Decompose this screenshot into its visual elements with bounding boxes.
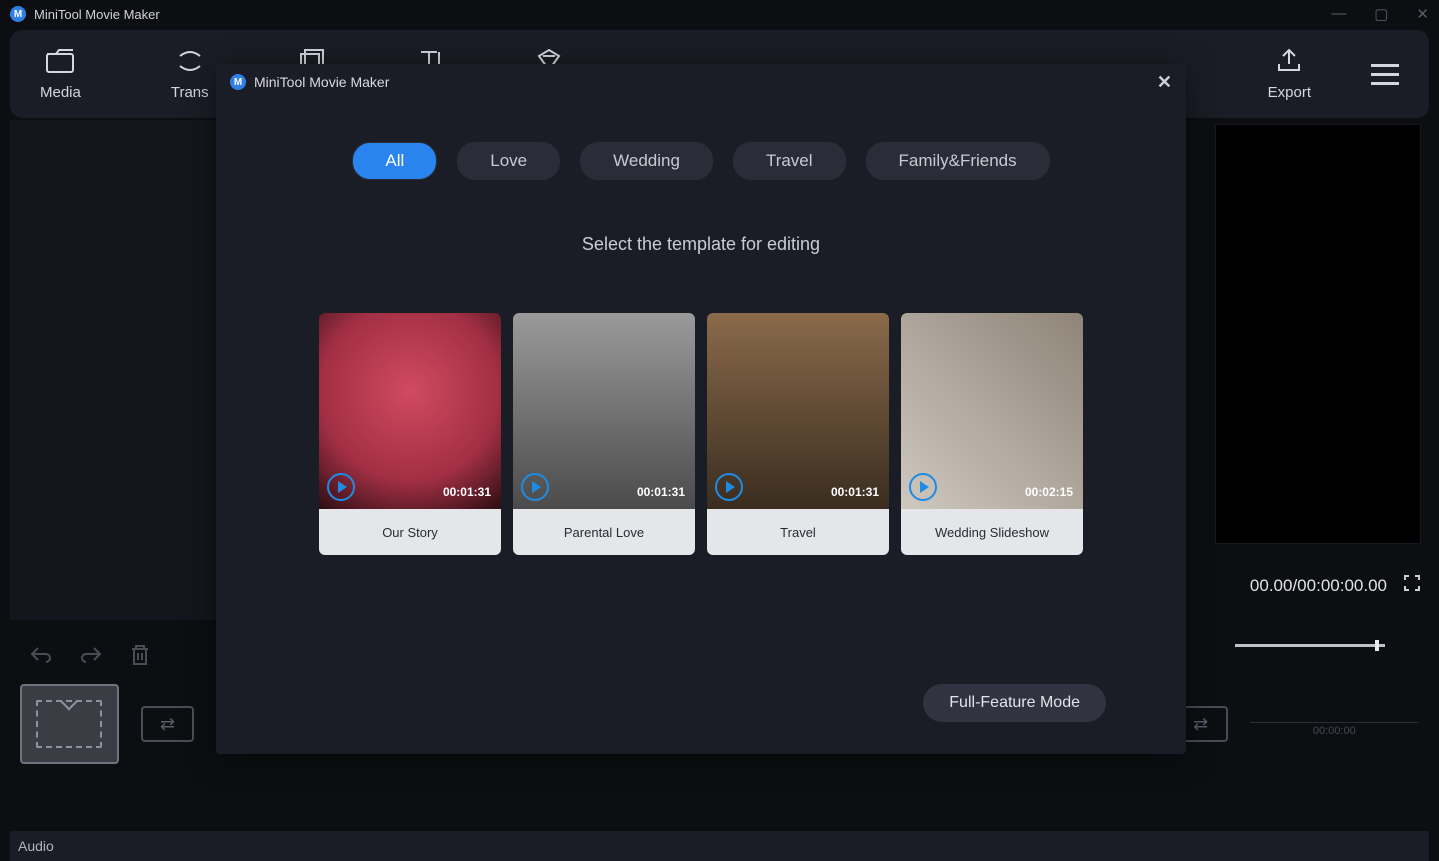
template-duration: 00:01:31 — [443, 485, 491, 499]
dialog-close-button[interactable]: ✕ — [1157, 72, 1172, 93]
category-tabs: All Love Wedding Travel Family&Friends — [216, 142, 1186, 180]
template-card-travel[interactable]: 00:01:31 Travel — [707, 313, 889, 555]
template-thumbnail: 00:02:15 — [901, 313, 1083, 509]
tab-love[interactable]: Love — [457, 142, 560, 180]
tab-family-friends[interactable]: Family&Friends — [866, 142, 1050, 180]
play-icon[interactable] — [715, 473, 743, 501]
template-grid: 00:01:31 Our Story 00:01:31 Parental Lov… — [216, 313, 1186, 555]
template-thumbnail: 00:01:31 — [513, 313, 695, 509]
play-icon[interactable] — [521, 473, 549, 501]
template-card-wedding-slideshow[interactable]: 00:02:15 Wedding Slideshow — [901, 313, 1083, 555]
tab-travel[interactable]: Travel — [733, 142, 846, 180]
template-duration: 00:01:31 — [637, 485, 685, 499]
dialog-titlebar: M MiniTool Movie Maker ✕ — [216, 64, 1186, 100]
full-feature-mode-button[interactable]: Full-Feature Mode — [923, 684, 1106, 722]
play-icon[interactable] — [909, 473, 937, 501]
template-thumbnail: 00:01:31 — [707, 313, 889, 509]
template-name: Wedding Slideshow — [901, 509, 1083, 555]
template-card-parental-love[interactable]: 00:01:31 Parental Love — [513, 313, 695, 555]
template-name: Our Story — [319, 509, 501, 555]
play-icon[interactable] — [327, 473, 355, 501]
dialog-backdrop: M MiniTool Movie Maker ✕ All Love Weddin… — [0, 0, 1439, 861]
template-thumbnail: 00:01:31 — [319, 313, 501, 509]
tab-wedding[interactable]: Wedding — [580, 142, 713, 180]
template-dialog: M MiniTool Movie Maker ✕ All Love Weddin… — [216, 64, 1186, 754]
template-name: Travel — [707, 509, 889, 555]
tab-all[interactable]: All — [352, 142, 437, 180]
template-duration: 00:01:31 — [831, 485, 879, 499]
template-name: Parental Love — [513, 509, 695, 555]
template-card-our-story[interactable]: 00:01:31 Our Story — [319, 313, 501, 555]
dialog-subtitle: Select the template for editing — [216, 234, 1186, 255]
dialog-title: MiniTool Movie Maker — [254, 74, 389, 90]
app-logo-icon: M — [230, 74, 246, 90]
template-duration: 00:02:15 — [1025, 485, 1073, 499]
